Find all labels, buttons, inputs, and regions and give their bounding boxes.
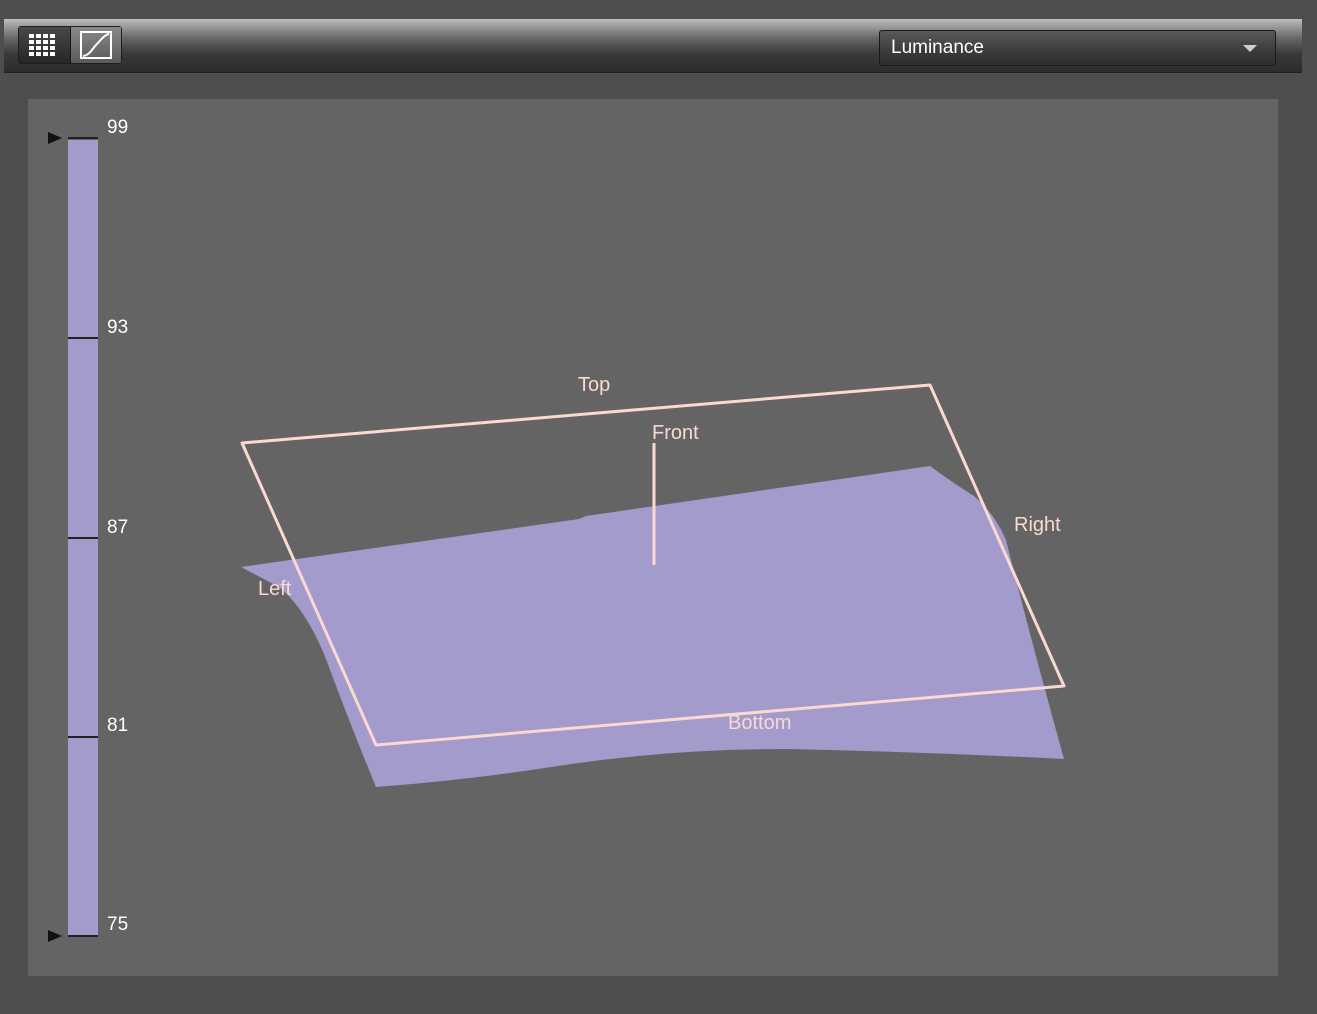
channel-dropdown[interactable]: Luminance — [879, 30, 1276, 66]
grid-icon — [29, 34, 56, 56]
label-front: Front — [652, 422, 699, 444]
grid-view-button[interactable] — [19, 27, 71, 63]
view-toggle-group — [18, 26, 122, 64]
toolbar: Luminance — [4, 19, 1302, 73]
label-left: Left — [258, 578, 292, 600]
surface-plot[interactable]: Top Front Right Left Bottom — [28, 99, 1278, 976]
label-bottom: Bottom — [728, 712, 791, 734]
dropdown-selected-value: Luminance — [891, 37, 984, 58]
label-top: Top — [578, 374, 610, 396]
label-right: Right — [1014, 514, 1061, 536]
curve-icon — [79, 31, 112, 59]
plot-panel: 99 93 87 81 75 Top Front Right Left Bott… — [28, 99, 1278, 976]
curve-view-button[interactable] — [70, 27, 121, 63]
chevron-down-icon — [1243, 45, 1257, 52]
